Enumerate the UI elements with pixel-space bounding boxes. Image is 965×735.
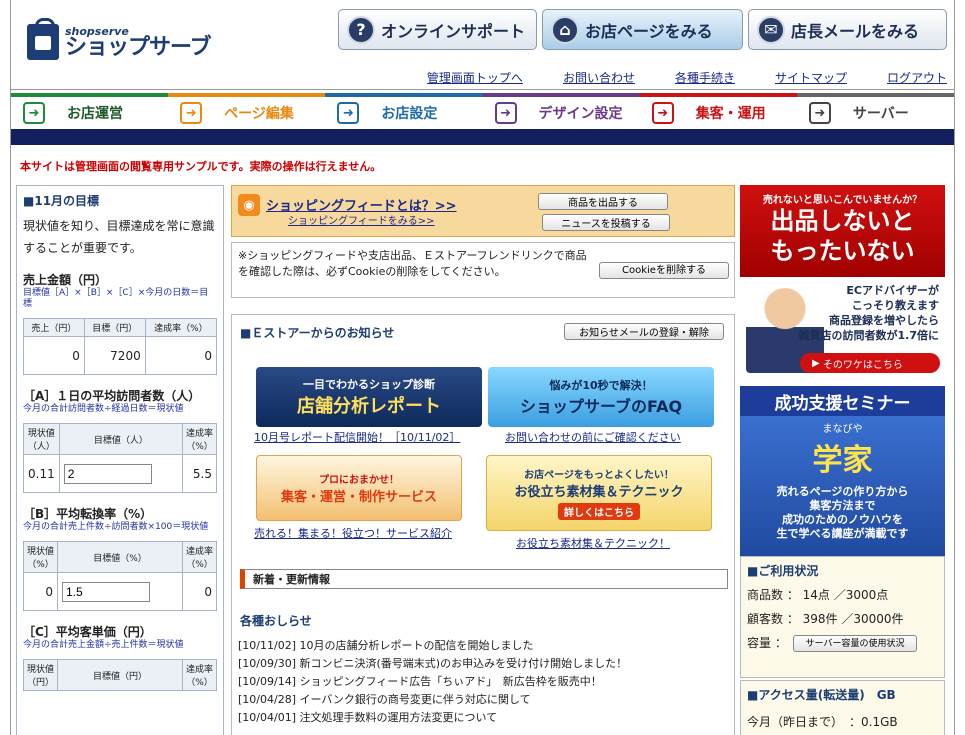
- capacity-label: 容量 ：: [747, 636, 787, 650]
- materials-banner[interactable]: お店ページをもっとよくしたい！ お役立ち素材集＆テクニック 詳しくはこちら: [486, 455, 712, 531]
- visitors-formula: 今月の合計訪問者数÷経過日数＝現状値: [23, 404, 184, 414]
- monthly-goal-panel: ■11月の目標 現状値を知り、目標達成を常に意識することが重要です。 売上金額（…: [16, 185, 224, 735]
- usage-title: ■ご利用状況: [747, 564, 819, 578]
- news-mail-register-button[interactable]: お知らせメールの登録・解除: [564, 323, 724, 340]
- access-volume-panel: ■アクセス量(転送量) GB 今月（昨日まで） ：0.1GB: [740, 680, 945, 735]
- materials-link[interactable]: お役立ち素材集＆テクニック！: [516, 535, 670, 551]
- access-month: 今月（昨日まで） ：0.1GB: [747, 715, 898, 729]
- list-item[interactable]: [10/04/01] 注文処理手数料の運用方法変更について: [238, 709, 627, 727]
- view-shop-page-button[interactable]: ⌂ お店ページをみる: [542, 9, 743, 50]
- cookie-text: ※ショッピングフィードや支店出品、Ｅストアーフレンドリンクで商品を確認した際は、…: [238, 249, 587, 278]
- delete-cookie-button[interactable]: Cookieを削除する: [599, 262, 729, 279]
- link-sitemap[interactable]: サイトマップ: [735, 69, 847, 86]
- arrow-right-icon: ➜: [651, 102, 674, 124]
- usage-status-panel: ■ご利用状況 商品数 ： 14点 ／3000点 顧客数 ： 398件 ／3000…: [740, 556, 945, 678]
- nav-sub-bar: [11, 129, 954, 145]
- arrow-right-icon: ➜: [494, 102, 517, 124]
- conversion-formula: 今月の合計売上件数÷訪問者数×100＝現状値: [23, 522, 209, 532]
- arrow-right-icon: ➜: [180, 102, 203, 124]
- news-list: [10/11/02] 10月の店舗分析レポートの配信を開始しました [10/09…: [238, 637, 627, 727]
- nav-page-edit[interactable]: ➜ ページ編集: [168, 93, 326, 129]
- access-title: ■アクセス量(転送量) GB: [747, 688, 896, 702]
- unit-price-table: 現状値（円） 目標値（円） 達成率（%）: [23, 659, 217, 691]
- header-divider: [10, 89, 955, 90]
- feed-view-link[interactable]: ショッピングフィードをみる>>: [288, 212, 435, 227]
- list-item[interactable]: [10/11/02] 10月の店舗分析レポートの配信を開始しました: [238, 637, 627, 655]
- conversion-current: 0: [23, 572, 58, 611]
- shop-icon: ⌂: [551, 15, 579, 44]
- post-news-button[interactable]: ニュースを投稿する: [542, 214, 670, 231]
- service-link[interactable]: 売れる！集まる！役立つ！サービス紹介: [254, 525, 452, 541]
- visitors-label: ［A］１日の平均訪問者数（人）: [23, 389, 201, 403]
- nav-design-settings[interactable]: ➜ デザイン設定: [482, 93, 640, 129]
- list-product-button[interactable]: 商品を出品する: [538, 193, 668, 210]
- nav-marketing[interactable]: ➜ 集客・運用: [639, 93, 797, 129]
- link-procedures[interactable]: 各種手続き: [635, 69, 735, 86]
- visitors-rate: 5.5: [182, 454, 217, 493]
- view-manager-mail-button[interactable]: ✉ 店長メールをみる: [748, 9, 947, 50]
- reason-button[interactable]: ▶ そのワケはこちら: [800, 353, 940, 373]
- list-item[interactable]: [10/09/30] 新コンビニ決済(番号端末式)のお申込みを受け付け開始しまし…: [238, 655, 627, 673]
- sales-rate-value: 0: [144, 336, 218, 375]
- arrow-right-icon: ➜: [23, 102, 45, 124]
- visitors-table: 現状値（人） 目標値（人） 達成率（%） 0.11 5.5: [23, 423, 217, 493]
- analysis-report-link[interactable]: 10月号レポート配信開始！［10/11/02］: [254, 429, 460, 445]
- sales-value: 0: [23, 336, 85, 375]
- sales-target-value: 7200: [83, 336, 146, 375]
- shop-analysis-banner[interactable]: 一目でわかるショップ診断 店舗分析レポート: [256, 367, 482, 427]
- shopping-feed-box: ◉ ショッピングフィードとは？>> ショッピングフィードをみる>> 商品を出品す…: [231, 185, 735, 237]
- estore-news-box: ■Ｅストアーからのお知らせ お知らせメールの登録・解除 一目でわかるショップ診断…: [231, 314, 735, 735]
- conversion-target-input[interactable]: [62, 581, 150, 602]
- goal-title: ■11月の目標: [23, 194, 100, 208]
- news-heading: ■Ｅストアーからのお知らせ: [240, 326, 395, 340]
- visitors-current: 0.11: [23, 454, 60, 493]
- link-logout[interactable]: ログアウト: [847, 69, 947, 86]
- goal-intro: 現状値を知り、目標達成を常に意識することが重要です。: [23, 219, 215, 255]
- nav-server[interactable]: ➜ サーバー: [796, 93, 955, 129]
- header-links: 管理画面トップへ お問い合わせ 各種手続き サイトマップ ログアウト: [387, 69, 947, 86]
- listing-ad-banner[interactable]: 売れないと思いこんでいませんか？ 出品しないと もったいない ECアドバイザーが…: [740, 185, 945, 382]
- customer-count: 顧客数 ： 398件 ／30000件: [747, 612, 904, 626]
- nav-shop-settings[interactable]: ➜ お店設定: [325, 93, 483, 129]
- th-sales: 売上（円）: [23, 318, 85, 337]
- shopserve-logo[interactable]: shopserve ショップサーブ: [27, 18, 212, 62]
- news-updates-heading: 新着・更新情報: [240, 569, 728, 589]
- conversion-label: ［B］平均転換率（%）: [23, 507, 153, 521]
- unit-price-label: ［C］平均客単価（円）: [23, 625, 152, 639]
- cookie-notice: ※ショッピングフィードや支店出品、Ｅストアーフレンドリンクで商品を確認した際は、…: [231, 242, 735, 298]
- mail-icon: ✉: [757, 15, 785, 44]
- conversion-rate: 0: [182, 572, 217, 611]
- link-admin-top[interactable]: 管理画面トップへ: [387, 69, 523, 86]
- shopping-bag-icon: [27, 18, 59, 60]
- service-banner[interactable]: プロにおまかせ！ 集客・運営・制作サービス: [256, 455, 462, 521]
- conversion-table: 現状値（%） 目標値（%） 達成率（%） 0 0: [23, 541, 217, 611]
- th-target: 目標（円）: [83, 318, 146, 337]
- sample-notice: 本サイトは管理画面の閲覧専用サンプルです。実際の操作は行えません。: [20, 160, 382, 173]
- faq-link[interactable]: お問い合わせの前にご確認ください: [505, 429, 681, 445]
- play-icon: ▶: [812, 357, 823, 369]
- question-icon: ?: [347, 15, 375, 44]
- logo-jp: ショップサーブ: [65, 34, 212, 60]
- various-notices-heading: 各種おしらせ: [240, 614, 312, 628]
- online-support-button[interactable]: ? オンラインサポート: [338, 9, 537, 50]
- visitors-target-input[interactable]: [63, 463, 152, 484]
- faq-banner[interactable]: 悩みが10秒で解決！ ショップサーブのFAQ: [488, 367, 714, 427]
- arrow-right-icon: ➜: [808, 102, 831, 124]
- unit-price-formula: 今月の合計売上金額÷売上件数＝現状値: [23, 640, 184, 650]
- list-item[interactable]: [10/09/14] ショッピングフィード広告「ちぃアド」 新広告枠を販売中！: [238, 673, 627, 691]
- sales-table: 売上（円） 目標（円） 達成率（%） 0 7200 0: [23, 318, 218, 375]
- product-count: 商品数 ： 14点 ／3000点: [747, 588, 889, 602]
- details-badge: 詳しくはこちら: [558, 503, 640, 520]
- main-nav: ➜ お店運営 ➜ ページ編集 ➜ お店設定 ➜ デザイン設定 ➜ 集客・運用 ➜…: [11, 93, 955, 129]
- arrow-right-icon: ➜: [337, 102, 360, 124]
- nav-shop-operation[interactable]: ➜ お店運営: [11, 93, 169, 129]
- sales-formula: 目標値［A］×［B］×［C］×今月の日数＝目標: [23, 288, 209, 309]
- seminar-ad-banner[interactable]: 成功支援セミナー まなびや 学家 売れるページの作り方から 集客方法まで 成功の…: [740, 386, 945, 556]
- list-item[interactable]: [10/04/28] イーバンク銀行の商号変更に伴う対応に関して: [238, 691, 627, 709]
- link-contact[interactable]: お問い合わせ: [523, 69, 635, 86]
- server-capacity-button[interactable]: サーバー容量の使用状況: [793, 635, 917, 652]
- th-rate: 達成率（%）: [144, 318, 218, 337]
- rss-icon: ◉: [238, 194, 260, 216]
- sales-label: 売上金額（円）: [23, 273, 108, 287]
